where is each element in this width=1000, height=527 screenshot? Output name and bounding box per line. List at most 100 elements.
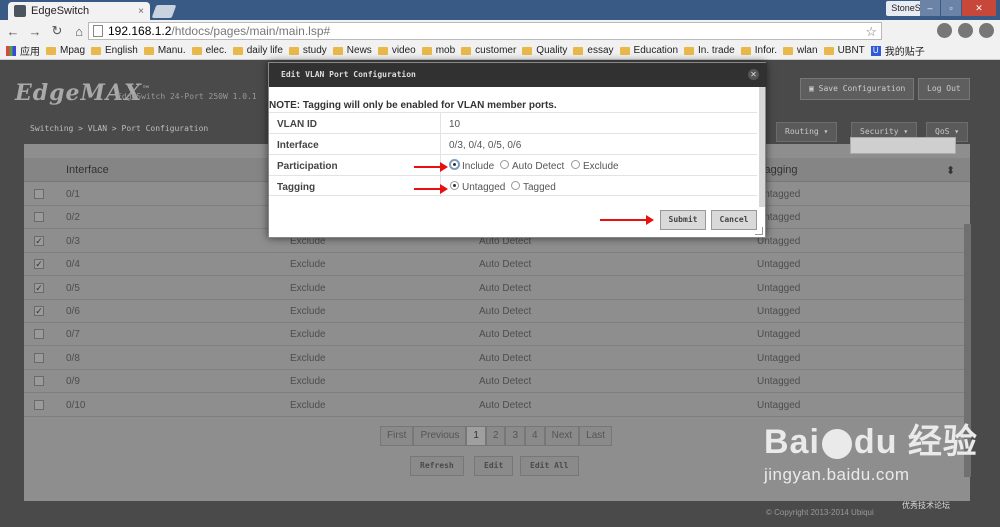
bookmark-item[interactable]: News xyxy=(332,45,372,56)
bookmark-item[interactable]: mob xyxy=(421,45,455,56)
row-checkbox[interactable] xyxy=(34,399,44,410)
participation-exclude-radio[interactable] xyxy=(571,160,580,169)
cell-interface: 0/9 xyxy=(66,376,80,388)
page-link[interactable]: 1 xyxy=(466,426,486,446)
page-link[interactable]: Next xyxy=(544,426,580,446)
cell-participation: Exclude xyxy=(290,282,326,294)
row-checkbox[interactable] xyxy=(34,212,44,223)
resize-grip-icon[interactable] xyxy=(755,227,763,235)
table-row[interactable]: ✓ 0/5 Exclude Auto Detect Untagged xyxy=(24,277,970,300)
bookmark-item[interactable]: daily life xyxy=(232,45,283,56)
maximize-icon[interactable]: ▫ xyxy=(941,0,961,16)
cancel-button[interactable]: Cancel xyxy=(711,210,757,230)
folder-icon xyxy=(288,46,299,55)
annotation-arrow-tagging xyxy=(414,184,448,194)
dialog-scrollbar[interactable] xyxy=(759,87,765,207)
row-checkbox[interactable] xyxy=(34,376,44,387)
chrome-icon[interactable] xyxy=(979,23,994,38)
participation-exclude-label[interactable]: Exclude xyxy=(583,161,619,172)
browser-tab[interactable]: EdgeSwitch × xyxy=(8,2,150,20)
edit-button[interactable]: Edit xyxy=(474,456,514,476)
edit-all-button[interactable]: Edit All xyxy=(520,456,579,476)
page-link[interactable]: Previous xyxy=(413,426,467,446)
baidu-watermark: Bai du 经验 jingyan.baidu.com xyxy=(764,423,978,484)
cell-interface: 0/8 xyxy=(66,352,80,364)
tagging-tagged-radio[interactable] xyxy=(511,181,520,190)
breadcrumb: Switching > VLAN > Port Configuration xyxy=(30,124,209,133)
reload-icon[interactable]: ↻ xyxy=(48,23,66,39)
tab-close-icon[interactable]: × xyxy=(138,6,144,17)
page-link[interactable]: 3 xyxy=(505,426,526,446)
row-checkbox[interactable]: ✓ xyxy=(34,282,44,293)
refresh-button[interactable]: Refresh xyxy=(410,456,464,476)
dialog-close-icon[interactable]: ✕ xyxy=(748,69,759,80)
logout-button[interactable]: Log Out xyxy=(918,78,970,100)
submit-button[interactable]: Submit xyxy=(660,210,706,230)
bookmark-item[interactable]: UBNT xyxy=(823,45,865,56)
row-checkbox[interactable]: ✓ xyxy=(34,235,44,246)
bookmark-item[interactable]: U 我的贴子 xyxy=(870,43,925,58)
close-window-icon[interactable]: ✕ xyxy=(962,0,996,16)
bookmark-item[interactable]: customer xyxy=(461,45,516,56)
page-link[interactable]: First xyxy=(380,426,414,446)
participation-include-radio[interactable] xyxy=(450,160,459,169)
save-configuration-button[interactable]: ▣ Save Configuration xyxy=(800,78,915,100)
bookmark-item[interactable]: In. trade xyxy=(684,45,735,56)
vlan-id-label: VLAN ID xyxy=(277,119,317,130)
participation-include-label[interactable]: Include xyxy=(462,161,494,172)
page-link[interactable]: 4 xyxy=(525,426,545,446)
page-icon xyxy=(93,25,103,37)
bookmark-item[interactable]: video xyxy=(377,45,416,56)
extension-icon[interactable] xyxy=(937,23,952,38)
table-row[interactable]: 0/9 Exclude Auto Detect Untagged xyxy=(24,370,970,394)
forward-icon[interactable]: → xyxy=(26,24,44,39)
interface-row: Interface 0/3, 0/4, 0/5, 0/6 xyxy=(269,133,757,155)
bookmark-item[interactable]: 应用 xyxy=(6,43,40,58)
row-checkbox[interactable] xyxy=(34,352,44,363)
new-tab-button[interactable] xyxy=(151,5,177,18)
bookmark-item[interactable]: Quality xyxy=(522,45,567,56)
sort-icon[interactable]: ⬍ xyxy=(946,164,955,177)
participation-auto-detect-label[interactable]: Auto Detect xyxy=(512,161,564,172)
tagging-label: Tagging xyxy=(277,182,316,193)
bookmark-item[interactable]: wlan xyxy=(782,45,818,56)
grid-search-input[interactable] xyxy=(850,137,956,154)
column-interface[interactable]: Interface xyxy=(66,164,109,176)
table-row[interactable]: ✓ 0/6 Exclude Auto Detect Untagged xyxy=(24,300,970,323)
folder-icon xyxy=(377,46,388,55)
table-row[interactable]: ✓ 0/4 Exclude Auto Detect Untagged xyxy=(24,253,970,277)
back-icon[interactable]: ← xyxy=(4,24,22,39)
extension-icons xyxy=(937,23,994,38)
row-checkbox[interactable]: ✓ xyxy=(34,259,44,270)
menu-routing[interactable]: Routing ▾ xyxy=(776,122,838,142)
cell-tagging: Untagged xyxy=(757,376,801,388)
folder-icon xyxy=(91,46,102,55)
bookmark-item[interactable]: study xyxy=(288,45,327,56)
bookmark-item[interactable]: elec. xyxy=(191,45,227,56)
address-bar[interactable]: 192.168.1.2 /htdocs/pages/main/main.lsp#… xyxy=(88,22,882,40)
table-row[interactable]: 0/7 Exclude Auto Detect Untagged xyxy=(24,323,970,347)
row-checkbox[interactable]: ✓ xyxy=(34,306,44,316)
participation-auto-detect-radio[interactable] xyxy=(500,160,509,169)
row-checkbox[interactable] xyxy=(34,329,44,340)
bookmark-item[interactable]: Mpag xyxy=(46,45,85,56)
page-link[interactable]: 2 xyxy=(485,426,506,446)
tagging-tagged-label[interactable]: Tagged xyxy=(523,182,556,193)
mail-icon[interactable] xyxy=(958,23,973,38)
home-icon[interactable]: ⌂ xyxy=(70,24,88,39)
bookmark-item[interactable]: essay xyxy=(573,45,614,56)
page-link[interactable]: Last xyxy=(579,426,613,446)
cell-auto: Auto Detect xyxy=(479,306,532,317)
bookmark-item[interactable]: English xyxy=(91,45,138,56)
row-checkbox[interactable] xyxy=(34,189,44,199)
tagging-untagged-radio[interactable] xyxy=(450,181,459,190)
bookmark-item[interactable]: Infor. xyxy=(740,45,777,56)
minimize-icon[interactable]: – xyxy=(920,0,940,16)
bookmark-star-icon[interactable]: ☆ xyxy=(865,24,877,40)
bookmark-item[interactable]: Education xyxy=(619,45,678,56)
bookmarks-bar: 应用 Mpag English Manu. elec. daily life study Ne… xyxy=(0,42,1000,60)
tagging-untagged-label[interactable]: Untagged xyxy=(462,182,505,193)
interface-value: 0/3, 0/4, 0/5, 0/6 xyxy=(449,140,522,151)
bookmark-item[interactable]: Manu. xyxy=(143,45,186,56)
table-row[interactable]: 0/8 Exclude Auto Detect Untagged xyxy=(24,347,970,370)
